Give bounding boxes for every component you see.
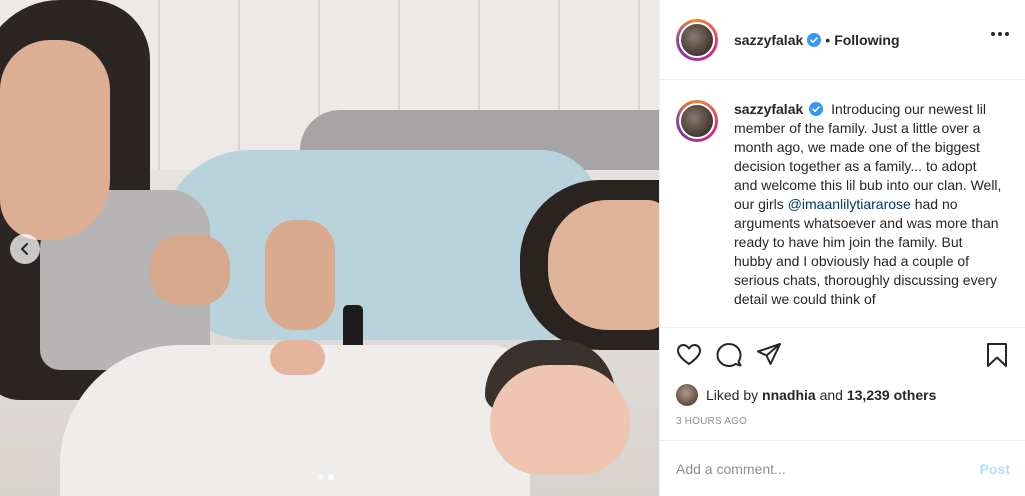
likes-others-link[interactable]: 13,239 others bbox=[847, 387, 937, 403]
verified-badge-icon bbox=[807, 32, 822, 47]
caption-body-continued: had no arguments whatsoever and was more… bbox=[734, 196, 999, 307]
avatar-story-ring[interactable] bbox=[676, 100, 718, 142]
carousel-dot-active bbox=[328, 474, 334, 480]
image-girl-left-face bbox=[0, 40, 110, 240]
comments-area[interactable]: sazzyfalak Introducing our newest lil me… bbox=[660, 80, 1025, 327]
carousel-dot bbox=[318, 474, 324, 480]
header-user-info: sazzyfalak • Following bbox=[734, 32, 900, 48]
avatar-story-ring[interactable] bbox=[676, 18, 718, 61]
image-hand bbox=[265, 220, 335, 330]
likes-summary: Liked by nnadhia and 13,239 others bbox=[676, 384, 1010, 406]
post-comment-button[interactable]: Post bbox=[980, 461, 1010, 477]
caption-text: sazzyfalak Introducing our newest lil me… bbox=[734, 100, 1002, 309]
post-sidebar: sazzyfalak • Following sazzyfalak Introd… bbox=[659, 0, 1025, 496]
action-icons-row bbox=[676, 340, 1010, 370]
bookmark-icon bbox=[987, 343, 1007, 367]
carousel-prev-button[interactable] bbox=[10, 234, 40, 264]
image-watch bbox=[343, 305, 363, 350]
avatar bbox=[679, 103, 715, 139]
likes-connector: and bbox=[819, 387, 843, 403]
heart-icon[interactable] bbox=[676, 342, 702, 368]
share-icon[interactable] bbox=[756, 342, 782, 368]
username-link[interactable]: sazzyfalak bbox=[734, 32, 803, 48]
caption-mention-link[interactable]: @imaanlilytiararose bbox=[788, 196, 911, 212]
separator-bullet: • bbox=[825, 31, 831, 48]
image-baby-face bbox=[490, 365, 630, 475]
image-hand bbox=[150, 235, 230, 305]
liker-username-link[interactable]: nnadhia bbox=[762, 387, 816, 403]
image-baby-hand bbox=[270, 340, 325, 375]
likes-prefix: Liked by bbox=[706, 387, 759, 403]
following-button[interactable]: Following bbox=[834, 32, 899, 48]
image-girl-lying-face bbox=[548, 200, 659, 330]
avatar bbox=[679, 21, 715, 58]
caption-comment: sazzyfalak Introducing our newest lil me… bbox=[676, 100, 1009, 309]
post-header: sazzyfalak • Following bbox=[660, 0, 1025, 80]
carousel-dots bbox=[318, 474, 334, 480]
post-image[interactable] bbox=[0, 0, 659, 496]
liker-avatar[interactable] bbox=[676, 384, 698, 406]
save-button[interactable] bbox=[984, 342, 1010, 373]
add-comment-bar: Post bbox=[660, 440, 1025, 496]
dot bbox=[1005, 32, 1009, 36]
comment-input[interactable] bbox=[676, 460, 980, 477]
post-timestamp[interactable]: 3 HOURS AGO bbox=[676, 416, 1010, 427]
dot bbox=[998, 32, 1002, 36]
dot bbox=[991, 32, 995, 36]
chevron-left-icon bbox=[21, 243, 28, 255]
verified-badge-icon bbox=[809, 102, 824, 116]
comment-icon[interactable] bbox=[716, 342, 742, 368]
post-actions: Liked by nnadhia and 13,239 others 3 HOU… bbox=[660, 327, 1025, 427]
caption-username-link[interactable]: sazzyfalak bbox=[734, 101, 803, 117]
more-options-icon[interactable] bbox=[991, 32, 1009, 36]
